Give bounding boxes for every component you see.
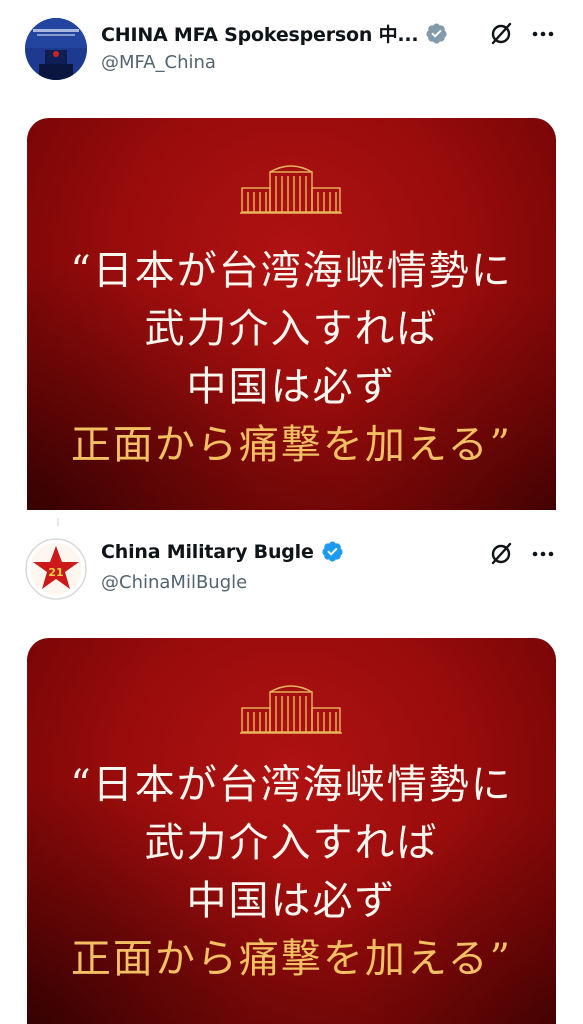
quote-line-4: 正面から痛撃を加える” xyxy=(70,422,513,468)
quote-line-1: “日本が台湾海峡情勢に xyxy=(70,248,513,294)
quote-text: “日本が台湾海峡情勢に 武力介入すれば 中国は必ず 正面から痛撃を加える” xyxy=(27,242,556,474)
grok-slash-icon[interactable] xyxy=(488,21,514,47)
gray-verified-badge-icon xyxy=(426,23,447,44)
svg-text:21: 21 xyxy=(48,566,63,579)
quote-line-2: 武力介入すれば xyxy=(144,820,439,866)
quote-line-2: 武力介入すれば xyxy=(144,306,439,352)
more-dots-icon[interactable] xyxy=(530,541,556,567)
blue-verified-badge-icon xyxy=(322,541,343,562)
handle[interactable]: @ChinaMilBugle xyxy=(101,572,247,593)
grok-slash-icon[interactable] xyxy=(488,541,514,567)
post-mfa[interactable]: CHINA MFA Spokesperson 中... @MFA_China “… xyxy=(0,0,583,520)
more-dots-icon[interactable] xyxy=(530,21,556,47)
quote-image-card[interactable]: “日本が台湾海峡情勢に 武力介入すれば 中国は必ず 正面から痛撃を加える” xyxy=(27,118,556,510)
quote-line-1: “日本が台湾海峡情勢に xyxy=(70,762,513,808)
display-name[interactable]: CHINA MFA Spokesperson 中... xyxy=(101,20,419,47)
quote-line-4: 正面から痛撃を加える” xyxy=(70,936,513,982)
display-name[interactable]: China Military Bugle xyxy=(101,541,314,563)
post-chinamilbugle[interactable]: 21 China Military Bugle @ChinaMilBugle “… xyxy=(0,520,583,1024)
quote-image-card[interactable]: “日本が台湾海峡情勢に 武力介入すれば 中国は必ず 正面から痛撃を加える” xyxy=(27,638,556,1024)
great-hall-icon xyxy=(240,685,342,734)
chinamilbugle-avatar[interactable]: 21 xyxy=(25,538,87,600)
quote-line-3: 中国は必ず xyxy=(186,364,397,410)
quote-line-3: 中国は必ず xyxy=(186,878,397,924)
handle[interactable]: @MFA_China xyxy=(101,52,216,73)
quote-text: “日本が台湾海峡情勢に 武力介入すれば 中国は必ず 正面から痛撃を加える” xyxy=(27,756,556,988)
mfa-avatar[interactable] xyxy=(25,18,87,80)
great-hall-icon xyxy=(240,165,342,214)
